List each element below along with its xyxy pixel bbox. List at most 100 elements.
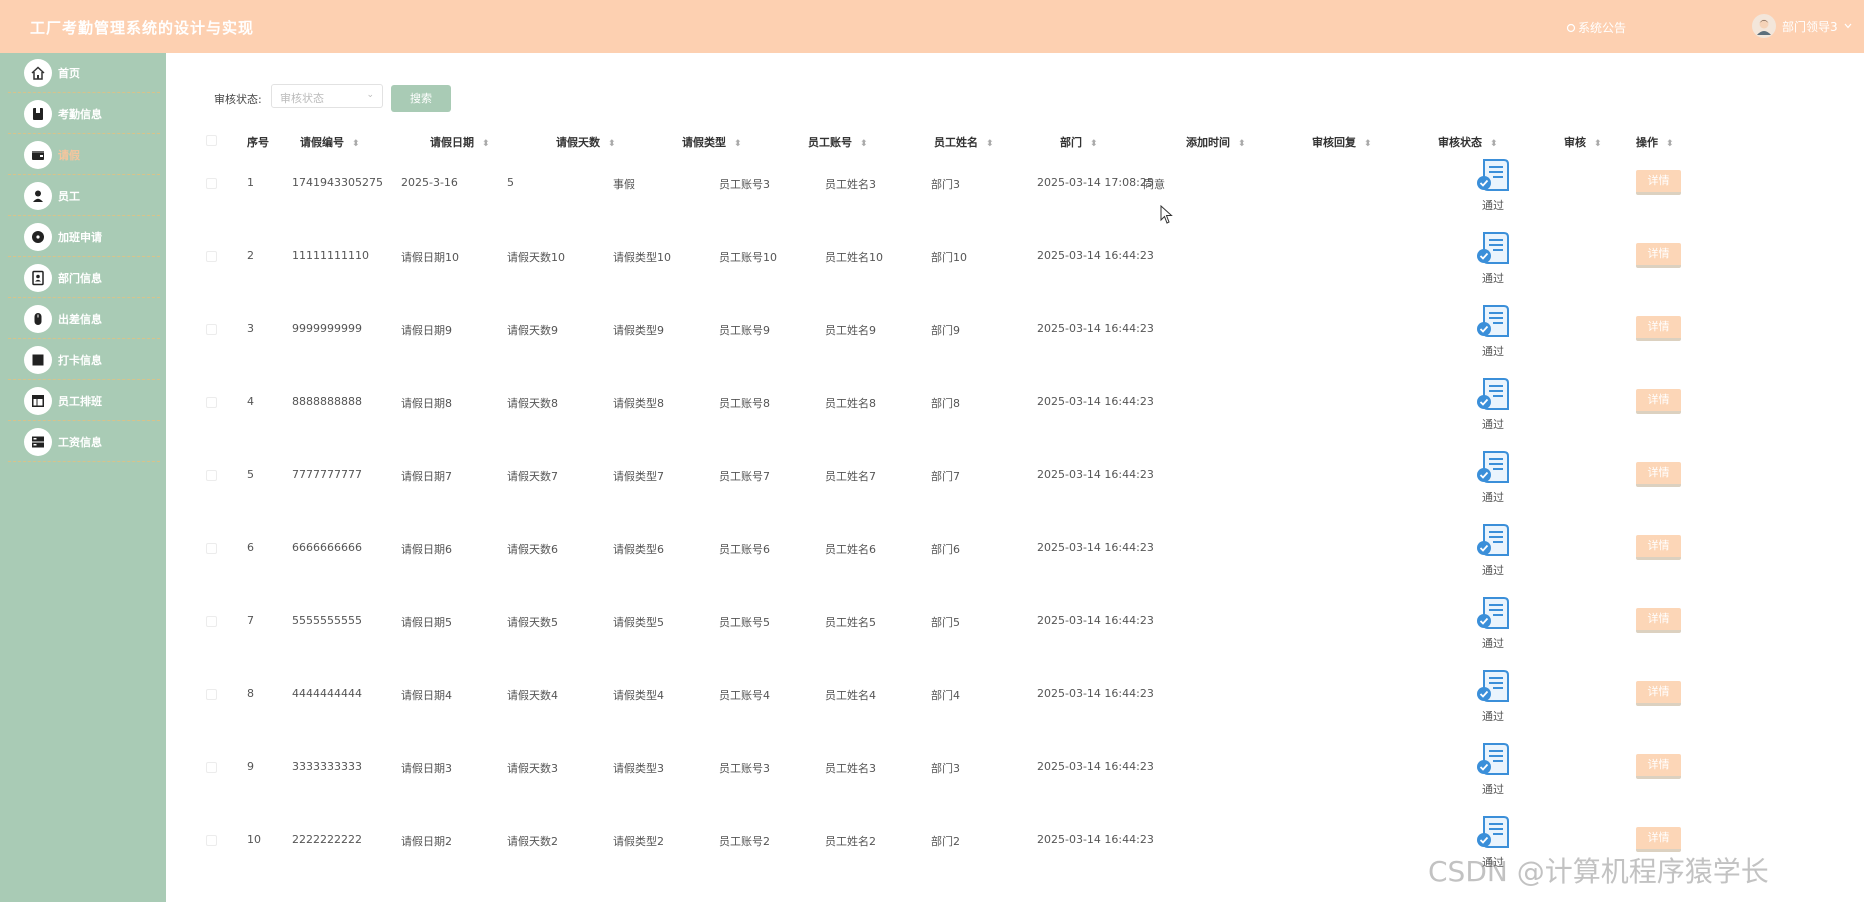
sidebar-item-label: 请假 <box>58 149 80 162</box>
detail-button[interactable]: 详情 <box>1636 243 1681 268</box>
table-row: 3 9999999999 请假日期9 请假天数9 请假类型9 员工账号9 员工姓名9 部门9 2… <box>195 297 1849 370</box>
status-text: 通过 <box>1482 345 1504 358</box>
cell-date: 请假日期9 <box>401 324 452 337</box>
column-header[interactable]: 请假类型 ⬍ <box>682 134 742 150</box>
cell-code: 8888888888 <box>292 395 362 408</box>
cell-account: 员工账号7 <box>719 470 770 483</box>
row-checkbox[interactable] <box>206 616 217 627</box>
column-header[interactable]: 添加时间 ⬍ <box>1186 134 1246 150</box>
detail-button[interactable]: 详情 <box>1636 608 1681 633</box>
server-icon <box>24 428 52 456</box>
row-checkbox[interactable] <box>206 762 217 773</box>
status-text: 通过 <box>1482 272 1504 285</box>
cell-name: 员工姓名2 <box>825 835 876 848</box>
column-header[interactable]: 审核 ⬍ <box>1564 134 1602 150</box>
table-row: 4 8888888888 请假日期8 请假天数8 请假类型8 员工账号8 员工姓名8 部门8 2… <box>195 370 1849 443</box>
detail-button[interactable]: 详情 <box>1636 462 1681 487</box>
row-checkbox[interactable] <box>206 251 217 262</box>
row-checkbox[interactable] <box>206 397 217 408</box>
detail-button[interactable]: 详情 <box>1636 389 1681 414</box>
detail-button[interactable]: 详情 <box>1636 754 1681 779</box>
cell-days: 请假天数4 <box>507 689 558 702</box>
sidebar-item-schedule[interactable]: 员工排班 <box>8 381 160 421</box>
sidebar-item-attendance[interactable]: 考勤信息 <box>8 94 160 134</box>
cell-dept: 部门10 <box>931 251 967 264</box>
cell-added: 2025-03-14 16:44:23 <box>1037 249 1154 262</box>
system-notice-link[interactable]: 系统公告 <box>1566 19 1626 36</box>
detail-button[interactable]: 详情 <box>1636 827 1681 852</box>
contact-icon <box>24 264 52 292</box>
column-header[interactable]: 操作 ⬍ <box>1636 134 1674 150</box>
sidebar-item-home[interactable]: 首页 <box>8 53 160 93</box>
sidebar-item-business-trip[interactable]: 出差信息 <box>8 299 160 339</box>
column-header[interactable]: 请假编号 ⬍ <box>300 134 360 150</box>
cell-account: 员工账号2 <box>719 835 770 848</box>
chevron-down-icon <box>1844 23 1852 29</box>
row-checkbox[interactable] <box>206 178 217 189</box>
table-row: 8 4444444444 请假日期4 请假天数4 请假类型4 员工账号4 员工姓名4 部门4 2… <box>195 662 1849 735</box>
row-checkbox[interactable] <box>206 689 217 700</box>
select-all-checkbox[interactable] <box>206 135 217 146</box>
sort-icon: ⬍ <box>1490 139 1498 149</box>
row-checkbox[interactable] <box>206 324 217 335</box>
cell-name: 员工姓名7 <box>825 470 876 483</box>
cell-added: 2025-03-14 16:44:23 <box>1037 541 1154 554</box>
detail-button[interactable]: 详情 <box>1636 535 1681 560</box>
sidebar-item-overtime[interactable]: 加班申请 <box>8 217 160 257</box>
sidebar-item-label: 打卡信息 <box>58 354 102 367</box>
cell-account: 员工账号6 <box>719 543 770 556</box>
approved-document-icon <box>1477 524 1509 556</box>
column-header[interactable]: 员工姓名 ⬍ <box>934 134 994 150</box>
status-filter-select[interactable]: 审核状态 ⌄ <box>271 84 383 108</box>
system-notice-label: 系统公告 <box>1578 21 1627 35</box>
sidebar-item-label: 出差信息 <box>58 313 102 326</box>
column-header[interactable]: 审核回复 ⬍ <box>1312 134 1372 150</box>
cell-date: 请假日期7 <box>401 470 452 483</box>
cell-index: 9 <box>247 760 254 773</box>
row-checkbox[interactable] <box>206 470 217 481</box>
cell-type: 请假类型10 <box>613 251 671 264</box>
column-header[interactable]: 请假天数 ⬍ <box>556 134 616 150</box>
status-text: 通过 <box>1482 783 1504 796</box>
app-title: 工厂考勤管理系统的设计与实现 <box>30 19 255 37</box>
cell-name: 员工姓名3 <box>825 178 876 191</box>
detail-button[interactable]: 详情 <box>1636 316 1681 341</box>
cell-date: 请假日期4 <box>401 689 452 702</box>
row-checkbox[interactable] <box>206 543 217 554</box>
sort-icon: ⬍ <box>1364 139 1372 149</box>
cell-dept: 部门2 <box>931 835 960 848</box>
status-filter-placeholder: 审核状态 <box>280 92 324 105</box>
sidebar-item-leave[interactable]: 请假 <box>8 135 160 175</box>
cell-type: 请假类型3 <box>613 762 664 775</box>
cell-account: 员工账号3 <box>719 762 770 775</box>
column-header[interactable]: 审核状态 ⬍ <box>1438 134 1498 150</box>
sidebar-item-department[interactable]: 部门信息 <box>8 258 160 298</box>
row-checkbox[interactable] <box>206 835 217 846</box>
cell-name: 员工姓名8 <box>825 397 876 410</box>
cell-index: 8 <box>247 687 254 700</box>
sort-icon: ⬍ <box>860 139 868 149</box>
sidebar-item-salary[interactable]: 工资信息 <box>8 422 160 462</box>
column-header[interactable]: 部门 ⬍ <box>1060 134 1098 150</box>
user-menu[interactable]: 部门领导3 <box>1752 14 1852 38</box>
approved-document-icon <box>1477 159 1509 191</box>
cell-added: 2025-03-14 16:44:23 <box>1037 322 1154 335</box>
search-button[interactable]: 搜索 <box>391 85 451 112</box>
column-header[interactable]: 请假日期 ⬍ <box>430 134 490 150</box>
sidebar-item-label: 部门信息 <box>58 272 102 285</box>
detail-button[interactable]: 详情 <box>1636 681 1681 706</box>
sidebar-item-clock-in[interactable]: 打卡信息 <box>8 340 160 380</box>
cell-account: 员工账号4 <box>719 689 770 702</box>
approved-document-icon <box>1477 743 1509 775</box>
wallet-icon <box>24 141 52 169</box>
status-filter-label: 审核状态: <box>214 93 262 106</box>
cell-days: 请假天数7 <box>507 470 558 483</box>
cell-code: 5555555555 <box>292 614 362 627</box>
cell-index: 7 <box>247 614 254 627</box>
sidebar-item-employee[interactable]: 员工 <box>8 176 160 216</box>
column-header[interactable]: 员工账号 ⬍ <box>808 134 868 150</box>
detail-button[interactable]: 详情 <box>1636 170 1681 195</box>
cell-index: 1 <box>247 176 254 189</box>
cell-added: 2025-03-14 16:44:23 <box>1037 833 1154 846</box>
cell-days: 请假天数9 <box>507 324 558 337</box>
